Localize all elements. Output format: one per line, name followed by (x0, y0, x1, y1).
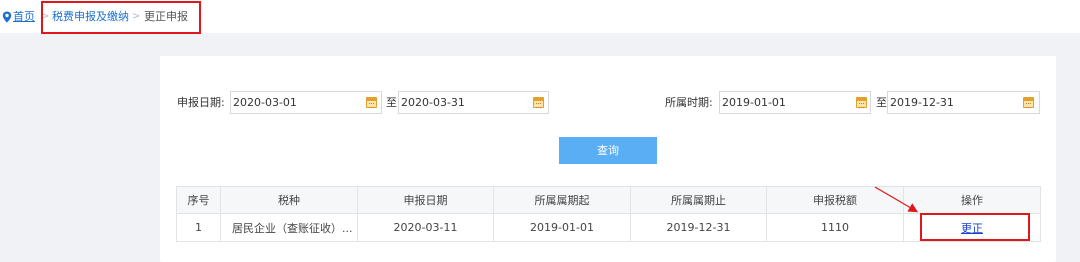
cell-declare-date: 2020-03-11 (357, 213, 494, 242)
query-button[interactable]: 查询 (559, 137, 657, 164)
period-label: 所属时期: (665, 96, 713, 109)
declaration-table: 序号 税种 申报日期 所属属期起 所属属期止 申报税额 操作 1 居民企业（查账… (176, 186, 1041, 242)
header-index: 序号 (176, 186, 221, 214)
to-label: 至 (386, 96, 397, 109)
declare-date-from-input[interactable]: 2020-03-01 (230, 91, 382, 114)
table-row: 1 居民企业（查账征收）... 2020-03-11 2019-01-01 20… (176, 213, 1041, 242)
cell-period-end: 2019-12-31 (630, 213, 767, 242)
breadcrumb-highlight-box (41, 1, 201, 34)
cell-index: 1 (176, 213, 221, 242)
calendar-icon[interactable] (856, 97, 867, 108)
header-period-start: 所属属期起 (493, 186, 631, 214)
header-action: 操作 (903, 186, 1041, 214)
cell-tax-type: 居民企业（查账征收）... (220, 213, 358, 242)
table-header-row: 序号 税种 申报日期 所属属期起 所属属期止 申报税额 操作 (176, 186, 1041, 214)
period-from-input[interactable]: 2019-01-01 (719, 91, 871, 114)
header-amount: 申报税额 (766, 186, 904, 214)
calendar-icon[interactable] (1023, 97, 1034, 108)
calendar-icon[interactable] (366, 97, 377, 108)
cell-amount: 1110 (766, 213, 904, 242)
location-pin-icon (2, 11, 12, 23)
breadcrumb-home-link[interactable]: 首页 (13, 10, 35, 23)
to-label: 至 (876, 96, 887, 109)
action-highlight-box (920, 213, 1030, 241)
declare-date-to-input[interactable]: 2020-03-31 (398, 91, 549, 114)
header-period-end: 所属属期止 (630, 186, 767, 214)
header-declare-date: 申报日期 (357, 186, 494, 214)
period-to-input[interactable]: 2019-12-31 (887, 91, 1040, 114)
calendar-icon[interactable] (533, 97, 544, 108)
declare-date-label: 申报日期: (177, 96, 225, 109)
header-tax-type: 税种 (220, 186, 358, 214)
cell-period-start: 2019-01-01 (493, 213, 631, 242)
